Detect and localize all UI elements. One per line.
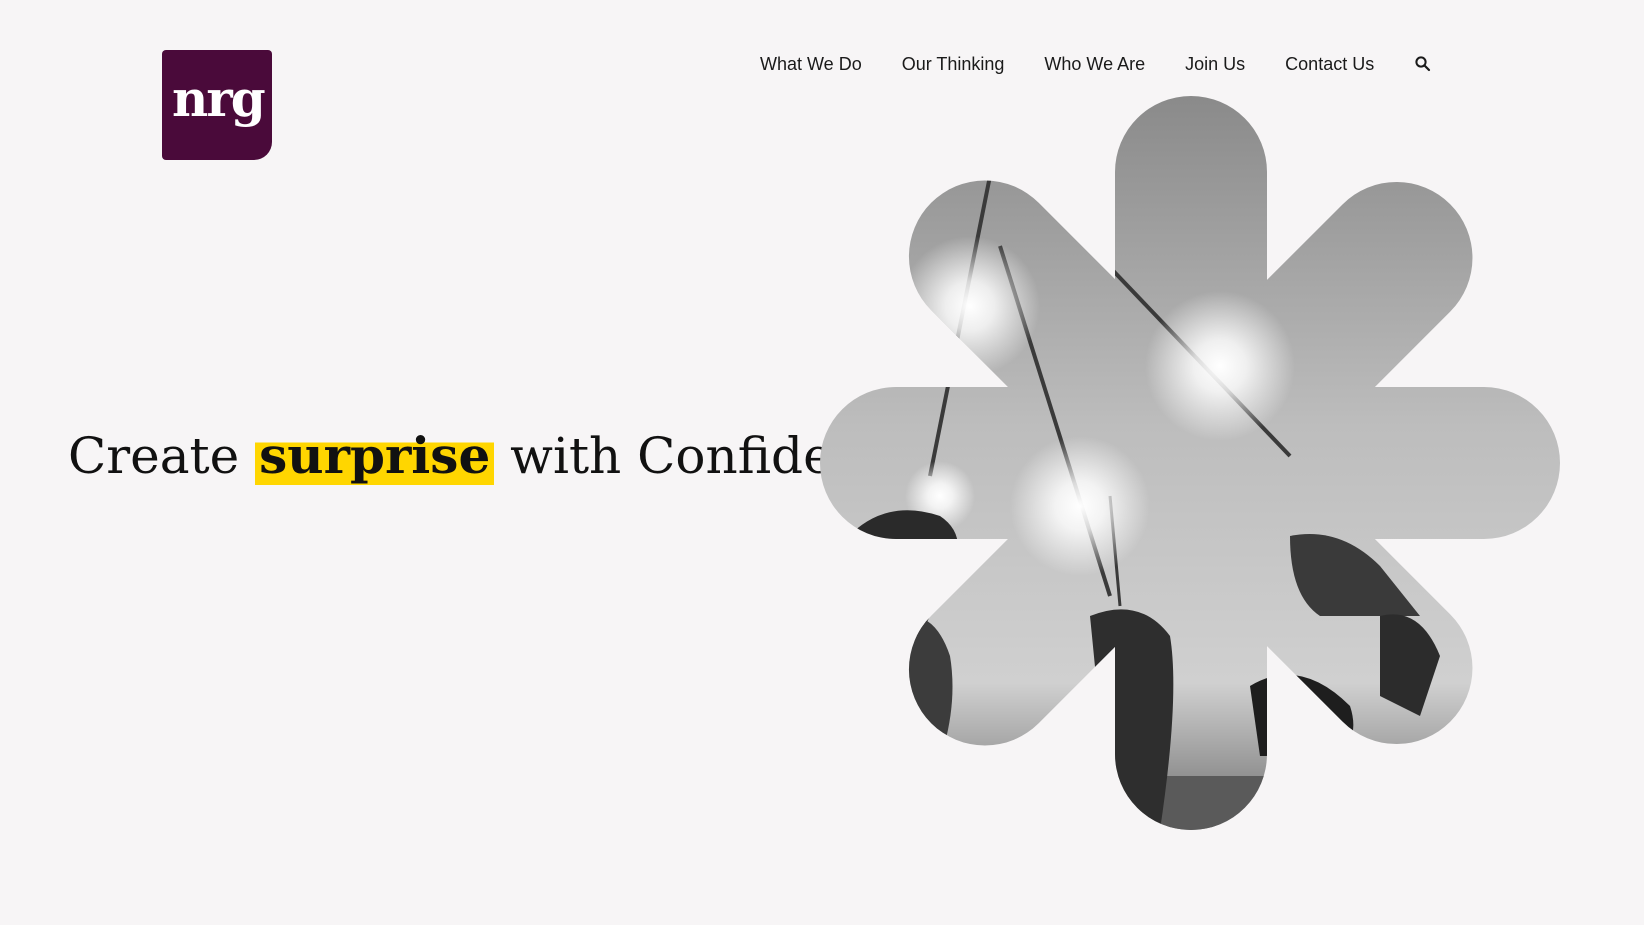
hero-section: Create surprise with Confidence [0, 0, 1644, 925]
hero-headline: Create surprise with Confidence [68, 426, 922, 485]
sparklers-photo [820, 96, 1560, 830]
headline-highlight-surprise: surprise [255, 426, 495, 485]
headline-part-create: Create [68, 427, 240, 485]
